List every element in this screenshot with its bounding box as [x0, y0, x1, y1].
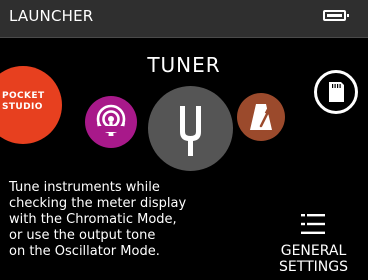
- sd-card-icon: [329, 82, 344, 102]
- battery-tip: [347, 14, 349, 17]
- app-tuner-button[interactable]: [148, 86, 233, 171]
- launcher-screen: LAUNCHER TUNER POCKET STUDIO Tune instru…: [0, 0, 368, 280]
- general-settings-label: GENERAL SETTINGS: [279, 243, 348, 275]
- general-settings-button[interactable]: GENERAL SETTINGS: [276, 205, 368, 280]
- tuning-fork-icon: [180, 106, 201, 156]
- app-pocketstudio-button[interactable]: POCKET STUDIO: [0, 66, 62, 144]
- status-title: LAUNCHER: [9, 7, 94, 25]
- app-description: Tune instruments while checking the mete…: [9, 180, 187, 259]
- battery-icon: [323, 10, 349, 21]
- metronome-icon: [250, 104, 272, 130]
- pocketstudio-logo-icon: POCKET STUDIO: [2, 91, 45, 112]
- podcast-icon: [94, 104, 128, 136]
- battery-level: [327, 14, 342, 17]
- list-icon: [301, 214, 325, 234]
- app-podcast-button[interactable]: [85, 96, 137, 148]
- app-sd-card-button[interactable]: [314, 70, 358, 114]
- app-title: TUNER: [147, 53, 221, 77]
- status-bar: LAUNCHER: [0, 0, 368, 38]
- app-metronome-button[interactable]: [237, 93, 285, 141]
